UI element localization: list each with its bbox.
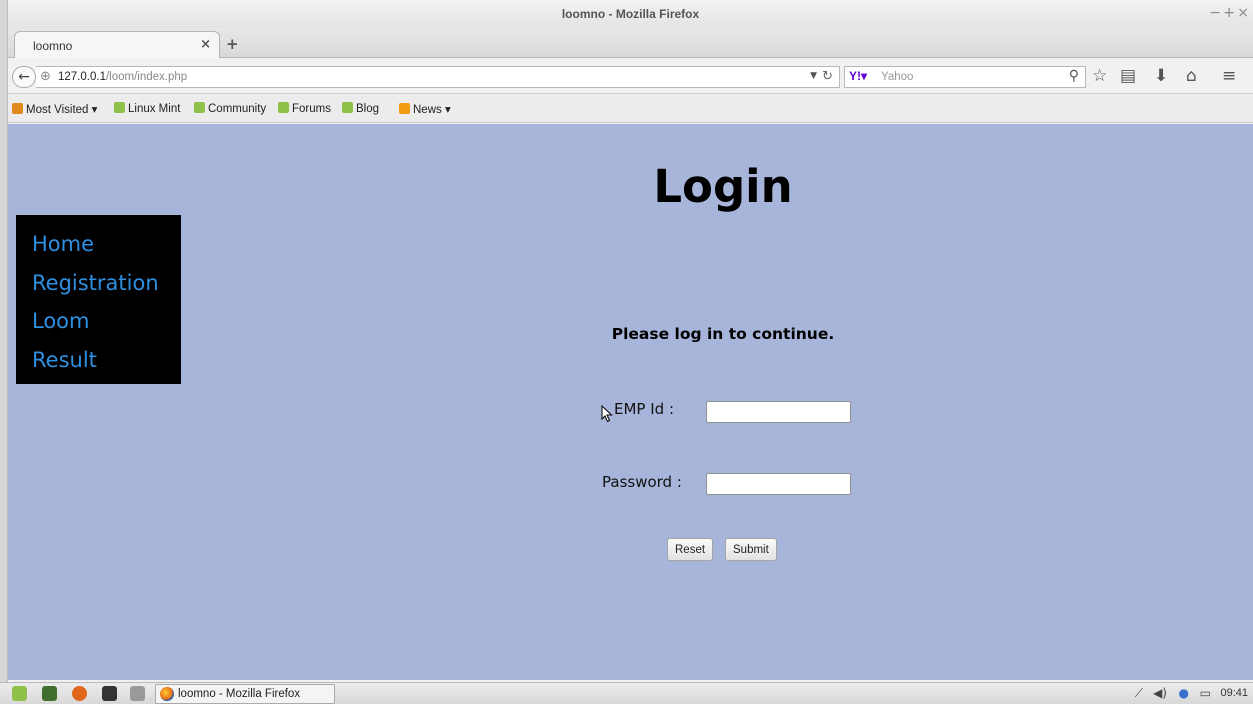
- browser-window: loomno - Mozilla Firefox − + × loomno × …: [7, 0, 1253, 682]
- firefox-icon: [160, 687, 174, 701]
- bookmark-news[interactable]: News ▾: [399, 102, 451, 116]
- reset-button[interactable]: Reset: [667, 538, 714, 561]
- tab-close-icon[interactable]: ×: [200, 37, 211, 52]
- bookmark-linux-mint[interactable]: Linux Mint: [114, 102, 180, 115]
- close-window-button[interactable]: ×: [1237, 5, 1249, 21]
- menu-link-registration[interactable]: Registration: [32, 264, 181, 303]
- tab-loomno[interactable]: loomno ×: [14, 31, 220, 58]
- password-input[interactable]: [706, 473, 851, 495]
- url-host: 127.0.0.1: [58, 71, 106, 83]
- mint-icon: [278, 102, 289, 113]
- reload-icon[interactable]: ↻: [822, 69, 833, 84]
- home-icon[interactable]: ⌂: [1186, 66, 1197, 86]
- tab-bar: loomno × +: [8, 28, 1253, 58]
- navigation-toolbar: ← ⊕ 127.0.0.1/loom/index.php ▼ ↻ Y!▾ Yah…: [8, 58, 1253, 94]
- menu-link-result[interactable]: Result: [32, 341, 181, 380]
- downloads-icon[interactable]: ⬇: [1154, 66, 1168, 86]
- site-identity-icon[interactable]: ⊕: [40, 69, 51, 84]
- history-dropdown-icon[interactable]: ▼: [810, 71, 817, 81]
- mint-menu-icon[interactable]: [12, 686, 27, 701]
- page-content: Home Registration Loom Result Login Plea…: [8, 124, 1253, 680]
- network-icon[interactable]: ⟋: [1135, 686, 1143, 701]
- folder-icon: [12, 103, 23, 114]
- task-label: loomno - Mozilla Firefox: [178, 688, 301, 700]
- title-bar: loomno - Mozilla Firefox − + ×: [8, 0, 1253, 28]
- search-icon[interactable]: ⚲: [1069, 68, 1079, 84]
- url-text: 127.0.0.1/loom/index.php: [58, 71, 187, 83]
- emp-id-input[interactable]: [706, 401, 851, 423]
- mouse-cursor-icon: [601, 405, 613, 423]
- new-tab-button[interactable]: +: [226, 35, 239, 53]
- emp-id-label: EMP Id :: [614, 400, 674, 418]
- search-bar[interactable]: Y!▾ Yahoo ⚲: [844, 66, 1086, 88]
- search-placeholder: Yahoo: [881, 71, 914, 83]
- clock: 09:41: [1220, 687, 1248, 699]
- firefox-launcher-icon[interactable]: [72, 686, 87, 701]
- bookmark-forums[interactable]: Forums: [278, 102, 331, 115]
- mint-icon: [342, 102, 353, 113]
- terminal-icon[interactable]: [102, 686, 117, 701]
- bookmark-community[interactable]: Community: [194, 102, 266, 115]
- window-title: loomno - Mozilla Firefox: [561, 7, 700, 21]
- battery-icon[interactable]: ▭: [1200, 686, 1211, 700]
- page-title: Login: [653, 160, 793, 213]
- show-desktop-icon[interactable]: [42, 686, 57, 701]
- bookmark-blog[interactable]: Blog: [342, 102, 379, 115]
- files-icon[interactable]: [130, 686, 145, 701]
- bookmark-most-visited[interactable]: Most Visited ▾: [12, 102, 97, 116]
- rss-icon: [399, 103, 410, 114]
- login-subtitle: Please log in to continue.: [611, 325, 835, 343]
- password-label: Password :: [602, 473, 682, 491]
- side-menu: Home Registration Loom Result: [16, 215, 181, 384]
- yahoo-engine-icon[interactable]: Y!▾: [849, 69, 867, 83]
- update-icon[interactable]: ●: [1179, 686, 1189, 700]
- url-path: /loom/index.php: [105, 71, 188, 83]
- bookmarks-toolbar: Most Visited ▾ Linux Mint Community Foru…: [8, 94, 1253, 123]
- submit-button[interactable]: Submit: [725, 538, 777, 561]
- back-button[interactable]: ←: [12, 66, 36, 88]
- maximize-button[interactable]: +: [1223, 5, 1235, 21]
- volume-icon[interactable]: ◀): [1153, 686, 1167, 700]
- menu-link-home[interactable]: Home: [32, 225, 181, 264]
- bookmark-star-icon[interactable]: ☆: [1092, 66, 1107, 86]
- tab-label: loomno: [33, 39, 73, 53]
- taskbar-firefox-window[interactable]: loomno - Mozilla Firefox: [155, 684, 335, 704]
- open-menu-icon[interactable]: ≡: [1222, 66, 1236, 86]
- url-bar[interactable]: ⊕ 127.0.0.1/loom/index.php ▼ ↻: [36, 66, 840, 88]
- taskbar: loomno - Mozilla Firefox ⟋ ◀) ● ▭ 09:41: [0, 682, 1253, 704]
- bookmarks-menu-icon[interactable]: ▤: [1120, 66, 1136, 86]
- mint-icon: [114, 102, 125, 113]
- minimize-button[interactable]: −: [1209, 5, 1221, 21]
- mint-icon: [194, 102, 205, 113]
